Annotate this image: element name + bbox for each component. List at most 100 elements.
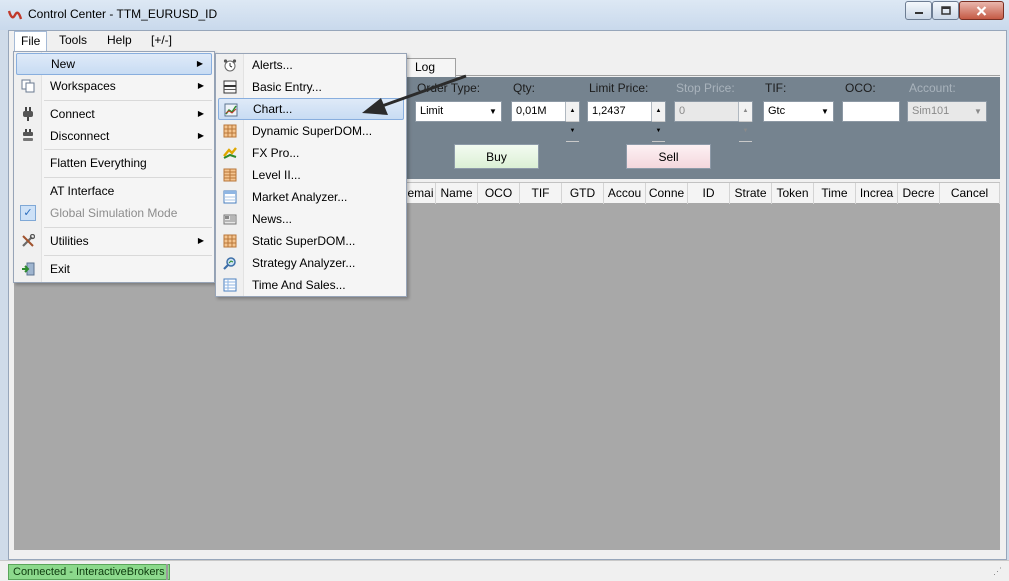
order-type-value: Limit [420, 105, 444, 117]
new-menu-chart[interactable]: Chart... [218, 98, 404, 120]
menu-item-label: New [51, 57, 76, 71]
menu-item-label: Dynamic SuperDOM... [252, 124, 373, 138]
tools-icon [20, 233, 36, 249]
limit-price-stepper[interactable]: 1,2437 ▲ ▼ [587, 101, 666, 142]
submenu-arrow-icon: ▶ [197, 109, 204, 118]
new-menu-alerts[interactable]: Alerts... [218, 54, 404, 76]
menu-separator [44, 100, 212, 101]
new-menu-market-analyzer[interactable]: Market Analyzer... [218, 186, 404, 208]
new-menu-news[interactable]: News... [218, 208, 404, 230]
file-menu-utilities[interactable]: Utilities ▶ [16, 230, 212, 252]
tif-value: Gtc [768, 105, 786, 117]
new-menu-basic-entry[interactable]: Basic Entry... [218, 76, 404, 98]
order-type-label: Order Type: [417, 81, 481, 95]
menu-help[interactable]: Help [101, 31, 138, 52]
copy-icon [20, 78, 36, 94]
minimize-button[interactable] [905, 1, 932, 20]
spin-up-icon[interactable]: ▲ [566, 102, 579, 122]
column-header[interactable]: TIF [520, 183, 562, 204]
new-menu-static-superdom[interactable]: Static SuperDOM... [218, 230, 404, 252]
spin-up-icon[interactable]: ▲ [652, 102, 665, 122]
column-header[interactable]: Conne [646, 183, 688, 204]
new-menu-dynamic-superdom[interactable]: Dynamic SuperDOM... [218, 120, 404, 142]
status-bar: Connected - InteractiveBrokers ⋰ [0, 560, 1009, 581]
status-divider [166, 564, 168, 580]
file-menu-disconnect[interactable]: Disconnect ▶ [16, 125, 212, 147]
column-header[interactable]: Name [436, 183, 478, 204]
qty-stepper[interactable]: 0,01M ▲ ▼ [511, 101, 580, 142]
file-menu-at-interface[interactable]: AT Interface [16, 180, 212, 202]
column-header[interactable]: Decre [898, 183, 940, 204]
maximize-button[interactable] [932, 1, 959, 20]
menu-item-label: FX Pro... [252, 146, 300, 160]
tab-log[interactable]: Log [406, 58, 456, 77]
oco-input[interactable] [842, 101, 900, 122]
level-two-icon [222, 167, 238, 183]
file-menu-connect[interactable]: Connect ▶ [16, 103, 212, 125]
new-menu-time-and-sales[interactable]: Time And Sales... [218, 274, 404, 296]
column-header[interactable]: Accou [604, 183, 646, 204]
check-icon: ✓ [20, 205, 36, 221]
file-menu-global-simulation-mode: ✓ Global Simulation Mode [16, 202, 212, 224]
new-menu-strategy-analyzer[interactable]: Strategy Analyzer... [218, 252, 404, 274]
menu-item-label: Utilities [50, 234, 89, 248]
column-header[interactable]: Cancel [940, 183, 1000, 204]
menu-item-label: Market Analyzer... [252, 190, 348, 204]
sell-button[interactable]: Sell [626, 144, 711, 169]
menu-tools[interactable]: Tools [53, 31, 93, 52]
news-icon [222, 211, 238, 227]
file-menu-new[interactable]: New ▶ [16, 53, 212, 75]
new-submenu: Alerts... Basic Entry... Chart... Dynami… [215, 53, 407, 297]
chevron-down-icon[interactable]: ▼ [817, 102, 833, 121]
file-menu-workspaces[interactable]: Workspaces ▶ [16, 75, 212, 97]
qty-label: Qty: [513, 81, 536, 95]
menu-item-label: Basic Entry... [252, 80, 322, 94]
new-menu-fx-pro[interactable]: FX Pro... [218, 142, 404, 164]
maximize-icon [940, 6, 951, 15]
submenu-arrow-icon: ▶ [196, 59, 203, 68]
menu-item-label: Strategy Analyzer... [252, 256, 356, 270]
menu-file[interactable]: File [14, 31, 48, 52]
column-header[interactable]: Token [772, 183, 814, 204]
qty-spin-buttons[interactable]: ▲ ▼ [565, 102, 579, 142]
file-menu: New ▶ Workspaces ▶ Connect ▶ Disconnect … [13, 51, 215, 283]
spin-down-icon[interactable]: ▼ [652, 122, 665, 142]
column-header[interactable]: Increa [856, 183, 898, 204]
file-menu-exit[interactable]: Exit [16, 258, 212, 280]
column-header[interactable]: Time [814, 183, 856, 204]
plug-icon [20, 106, 36, 122]
tif-select[interactable]: Gtc ▼ [763, 101, 834, 122]
column-header[interactable]: OCO [478, 183, 520, 204]
title-bar[interactable]: Control Center - TTM_EURUSD_ID [0, 0, 1009, 30]
limit-price-spin-buttons[interactable]: ▲ ▼ [651, 102, 665, 142]
menu-item-label: Workspaces [50, 79, 116, 93]
submenu-arrow-icon: ▶ [197, 131, 204, 140]
menu-bar: File Tools Help [+/-] [9, 31, 1005, 52]
spin-up-icon: ▲ [739, 102, 752, 122]
menu-expand-toggle[interactable]: [+/-] [145, 31, 178, 52]
chevron-down-icon: ▼ [974, 107, 982, 116]
spin-down-icon[interactable]: ▼ [566, 122, 579, 142]
column-header[interactable]: Strate [730, 183, 772, 204]
close-button[interactable] [959, 1, 1004, 20]
menu-item-label: News... [252, 212, 293, 226]
static-superdom-icon [222, 233, 238, 249]
resize-grip-icon[interactable]: ⋰ [993, 566, 1005, 578]
buy-button[interactable]: Buy [454, 144, 539, 169]
stop-price-spin-buttons: ▲ ▼ [738, 102, 752, 142]
column-header[interactable]: GTD [562, 183, 604, 204]
menu-item-label: Chart... [253, 102, 293, 116]
menu-item-label: Time And Sales... [252, 278, 346, 292]
chevron-down-icon[interactable]: ▼ [485, 102, 501, 121]
order-type-select[interactable]: Limit ▼ [415, 101, 502, 122]
minimize-icon [914, 11, 923, 14]
fx-pro-icon [222, 145, 238, 161]
app-logo-icon [7, 10, 23, 20]
exit-icon [20, 261, 36, 277]
new-menu-level-ii[interactable]: Level II... [218, 164, 404, 186]
column-header[interactable]: emai [406, 183, 436, 204]
strategy-analyzer-icon [222, 255, 238, 271]
file-menu-flatten-everything[interactable]: Flatten Everything [16, 152, 212, 174]
column-header[interactable]: ID [688, 183, 730, 204]
qty-value: 0,01M [516, 105, 547, 117]
